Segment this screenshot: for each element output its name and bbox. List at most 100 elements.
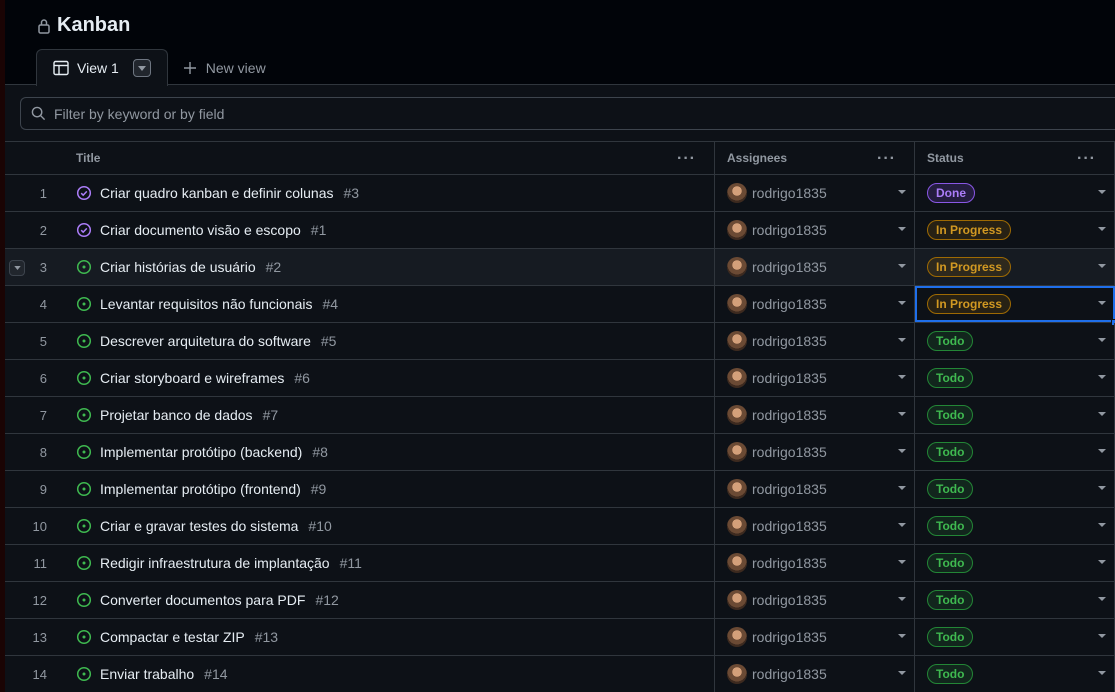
issue-title-link[interactable]: Criar quadro kanban e definir colunas (100, 185, 333, 201)
assignee-cell[interactable]: rodrigo1835 (715, 582, 915, 618)
status-cell[interactable]: Todo (915, 656, 1115, 692)
title-cell[interactable]: Converter documentos para PDF #12 (70, 582, 715, 618)
assignee-cell[interactable]: rodrigo1835 (715, 434, 915, 470)
chevron-down-icon[interactable] (898, 190, 906, 194)
chevron-down-icon[interactable] (1098, 560, 1106, 564)
chevron-down-icon[interactable] (1098, 375, 1106, 379)
issue-title-link[interactable]: Converter documentos para PDF (100, 592, 305, 608)
chevron-down-icon[interactable] (898, 560, 906, 564)
table-row[interactable]: 11 Redigir infraestrutura de implantação… (5, 545, 1115, 582)
title-cell[interactable]: Implementar protótipo (backend) #8 (70, 434, 715, 470)
column-menu-icon[interactable]: ··· (1077, 150, 1096, 168)
table-row[interactable]: 8 Implementar protótipo (backend) #8 rod… (5, 434, 1115, 471)
issue-title-link[interactable]: Projetar banco de dados (100, 407, 253, 423)
chevron-down-icon[interactable] (1098, 190, 1106, 194)
status-cell[interactable]: In Progress (915, 212, 1115, 248)
issue-title-link[interactable]: Criar documento visão e escopo (100, 222, 301, 238)
status-cell[interactable]: Todo (915, 508, 1115, 544)
table-row[interactable]: 1 Criar quadro kanban e definir colunas … (5, 175, 1115, 212)
column-menu-icon[interactable]: ··· (877, 150, 896, 168)
table-row[interactable]: 7 Projetar banco de dados #7 rodrigo1835… (5, 397, 1115, 434)
table-row[interactable]: 12 Converter documentos para PDF #12 rod… (5, 582, 1115, 619)
tab-view-1[interactable]: View 1 (36, 49, 168, 86)
issue-title-link[interactable]: Compactar e testar ZIP (100, 629, 245, 645)
title-cell[interactable]: Implementar protótipo (frontend) #9 (70, 471, 715, 507)
assignee-cell[interactable]: rodrigo1835 (715, 656, 915, 692)
chevron-down-icon[interactable] (1098, 486, 1106, 490)
table-row[interactable]: 13 Compactar e testar ZIP #13 rodrigo183… (5, 619, 1115, 656)
chevron-down-icon[interactable] (1098, 597, 1106, 601)
chevron-down-icon[interactable] (1098, 264, 1106, 268)
assignee-cell[interactable]: rodrigo1835 (715, 175, 915, 211)
chevron-down-icon[interactable] (898, 264, 906, 268)
title-cell[interactable]: Compactar e testar ZIP #13 (70, 619, 715, 655)
table-row[interactable]: 10 Criar e gravar testes do sistema #10 … (5, 508, 1115, 545)
assignee-cell[interactable]: rodrigo1835 (715, 286, 915, 322)
table-row[interactable]: 2 Criar documento visão e escopo #1 rodr… (5, 212, 1115, 249)
issue-title-link[interactable]: Enviar trabalho (100, 666, 194, 682)
title-cell[interactable]: Redigir infraestrutura de implantação #1… (70, 545, 715, 581)
status-cell[interactable]: Todo (915, 360, 1115, 396)
chevron-down-icon[interactable] (898, 338, 906, 342)
column-header-title[interactable]: Title ··· (70, 142, 715, 174)
issue-title-link[interactable]: Redigir infraestrutura de implantação (100, 555, 330, 571)
column-header-status[interactable]: Status ··· (915, 142, 1115, 174)
chevron-down-icon[interactable] (1098, 634, 1106, 638)
table-row[interactable]: 9 Implementar protótipo (frontend) #9 ro… (5, 471, 1115, 508)
status-cell[interactable]: Todo (915, 471, 1115, 507)
table-row[interactable]: 14 Enviar trabalho #14 rodrigo1835 Todo (5, 656, 1115, 692)
status-cell[interactable]: Todo (915, 582, 1115, 618)
status-cell[interactable]: Todo (915, 323, 1115, 359)
chevron-down-icon[interactable] (898, 449, 906, 453)
title-cell[interactable]: Descrever arquitetura do software #5 (70, 323, 715, 359)
chevron-down-icon[interactable] (898, 412, 906, 416)
issue-title-link[interactable]: Criar storyboard e wireframes (100, 370, 284, 386)
chevron-down-icon[interactable] (898, 375, 906, 379)
status-cell[interactable]: In Progress (915, 249, 1115, 285)
column-header-assignees[interactable]: Assignees ··· (715, 142, 915, 174)
chevron-down-icon[interactable] (898, 523, 906, 527)
column-menu-icon[interactable]: ··· (677, 150, 696, 168)
status-cell[interactable]: Todo (915, 397, 1115, 433)
status-cell[interactable]: Todo (915, 619, 1115, 655)
chevron-down-icon[interactable] (898, 597, 906, 601)
title-cell[interactable]: Criar quadro kanban e definir colunas #3 (70, 175, 715, 211)
chevron-down-icon[interactable] (1098, 671, 1106, 675)
assignee-cell[interactable]: rodrigo1835 (715, 249, 915, 285)
issue-title-link[interactable]: Levantar requisitos não funcionais (100, 296, 312, 312)
title-cell[interactable]: Enviar trabalho #14 (70, 656, 715, 692)
assignee-cell[interactable]: rodrigo1835 (715, 545, 915, 581)
title-cell[interactable]: Criar documento visão e escopo #1 (70, 212, 715, 248)
chevron-down-icon[interactable] (898, 671, 906, 675)
assignee-cell[interactable]: rodrigo1835 (715, 212, 915, 248)
title-cell[interactable]: Criar histórias de usuário #2 (70, 249, 715, 285)
assignee-cell[interactable]: rodrigo1835 (715, 471, 915, 507)
chevron-down-icon[interactable] (1098, 412, 1106, 416)
table-row[interactable]: 6 Criar storyboard e wireframes #6 rodri… (5, 360, 1115, 397)
assignee-cell[interactable]: rodrigo1835 (715, 397, 915, 433)
chevron-down-icon[interactable] (1098, 338, 1106, 342)
table-row[interactable]: 4 Levantar requisitos não funcionais #4 … (5, 286, 1115, 326)
chevron-down-icon[interactable] (1098, 301, 1106, 305)
chevron-down-icon[interactable] (898, 227, 906, 231)
status-cell[interactable]: Done (915, 175, 1115, 211)
filter-bar[interactable] (20, 97, 1115, 130)
chevron-down-icon[interactable] (1098, 523, 1106, 527)
assignee-cell[interactable]: rodrigo1835 (715, 619, 915, 655)
assignee-cell[interactable]: rodrigo1835 (715, 508, 915, 544)
issue-title-link[interactable]: Descrever arquitetura do software (100, 333, 311, 349)
chevron-down-icon[interactable] (898, 301, 906, 305)
status-cell[interactable]: Todo (915, 434, 1115, 470)
filter-input[interactable] (54, 105, 654, 122)
assignee-cell[interactable]: rodrigo1835 (715, 323, 915, 359)
new-view-button[interactable]: New view (168, 49, 282, 86)
issue-title-link[interactable]: Criar histórias de usuário (100, 259, 256, 275)
chevron-down-icon[interactable] (1098, 449, 1106, 453)
title-cell[interactable]: Levantar requisitos não funcionais #4 (70, 286, 715, 322)
table-row[interactable]: 5 Descrever arquitetura do software #5 r… (5, 323, 1115, 360)
title-cell[interactable]: Projetar banco de dados #7 (70, 397, 715, 433)
row-menu-button[interactable] (9, 260, 25, 276)
chevron-down-icon[interactable] (898, 486, 906, 490)
view-options-button[interactable] (132, 59, 151, 77)
assignee-cell[interactable]: rodrigo1835 (715, 360, 915, 396)
